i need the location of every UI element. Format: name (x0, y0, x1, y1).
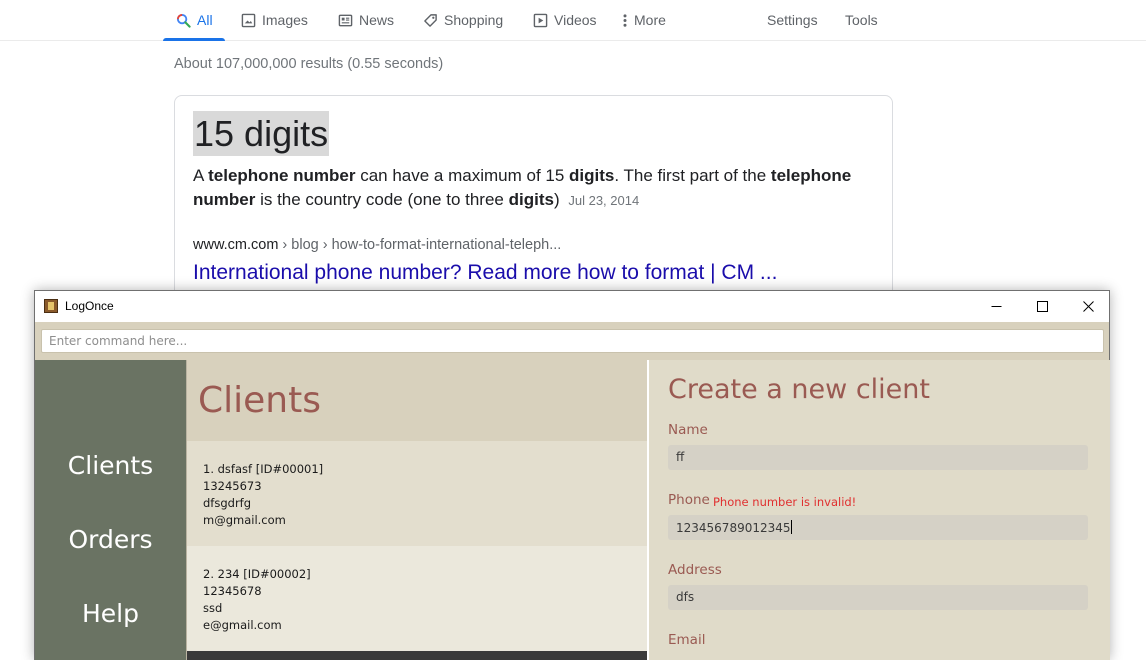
name-label: Name (668, 422, 708, 438)
result-cite: www.cm.com › blog › how-to-format-intern… (193, 237, 561, 253)
cite-path: › blog › how-to-format-international-tel… (278, 237, 562, 253)
name-field[interactable]: ff (668, 445, 1088, 470)
nav-help[interactable]: Help (35, 599, 186, 628)
client-phone: 13245673 (203, 479, 262, 493)
email-label: Email (668, 632, 706, 648)
list-scroll-edge (187, 651, 647, 660)
snippet-date: Jul 23, 2014 (568, 193, 640, 208)
snippet-text-part: ) (553, 190, 560, 209)
minimize-button[interactable] (973, 291, 1019, 322)
tab-more[interactable]: More (620, 0, 666, 40)
snippet-answer: 15 digits (193, 111, 330, 156)
client-address: ssd (203, 601, 223, 615)
tab-videos[interactable]: Videos (532, 0, 597, 40)
clients-title: Clients (198, 380, 321, 421)
tab-shopping[interactable]: Shopping (422, 0, 503, 40)
client-email: m@gmail.com (203, 513, 286, 527)
snippet-text-part: A (193, 166, 209, 185)
cite-domain: www.cm.com (193, 237, 279, 253)
address-label: Address (668, 562, 722, 578)
text-caret (790, 520, 792, 534)
result-link[interactable]: International phone number? Read more ho… (193, 261, 777, 285)
maximize-button[interactable] (1019, 291, 1065, 322)
settings-link[interactable]: Settings (767, 0, 818, 40)
snippet-text-bold: telephone number (208, 166, 356, 185)
tab-news-label: News (359, 12, 395, 28)
client-address: dfsgdrfg (203, 496, 252, 510)
tab-more-label: More (634, 12, 666, 28)
snippet-text-part: can have a maximum of 15 (355, 166, 570, 185)
snippet-text-part: . The first part of the (614, 166, 771, 185)
result-stats: About 107,000,000 results (0.55 seconds) (174, 56, 444, 72)
minimize-icon (991, 306, 1001, 307)
client-card[interactable]: 1. dsfasf [ID#00001] 13245673 dfsgdrfg m… (187, 441, 647, 546)
snippet-text-bold: digits (508, 190, 554, 209)
client-email: e@gmail.com (203, 618, 282, 632)
client-phone: 12345678 (203, 584, 262, 598)
tools-link[interactable]: Tools (845, 0, 878, 40)
image-icon (240, 12, 256, 28)
phone-label: Phone (668, 492, 710, 508)
form-title: Create a new client (668, 374, 930, 405)
command-input[interactable]: Enter command here... (41, 329, 1104, 353)
nav-clients[interactable]: Clients (35, 451, 186, 480)
client-header: 1. dsfasf [ID#00001] (203, 462, 324, 476)
video-icon (532, 12, 548, 28)
logonce-window: LogOnce Enter command here... Clients Or… (34, 290, 1110, 660)
sidebar: Clients Orders Help (35, 360, 186, 660)
snippet-text-part: is the country code (one to three (255, 190, 509, 209)
close-icon (1082, 301, 1094, 312)
tab-images-label: Images (262, 12, 308, 28)
command-bar: Enter command here... (35, 322, 1109, 360)
client-header: 2. 234 [ID#00002] (203, 567, 311, 581)
snippet-text-bold: digits (569, 166, 615, 185)
phone-error: Phone number is invalid! (713, 495, 857, 509)
search-icon (175, 12, 191, 28)
close-button[interactable] (1065, 291, 1111, 322)
window-titlebar[interactable]: LogOnce (35, 291, 1109, 322)
tab-news[interactable]: News (337, 0, 394, 40)
tab-videos-label: Videos (554, 12, 597, 28)
tag-icon (422, 12, 438, 28)
client-card[interactable]: 2. 234 [ID#00002] 12345678 ssd e@gmail.c… (187, 546, 647, 651)
clients-panel: Clients 1. dsfasf [ID#00001] 13245673 df… (186, 360, 647, 660)
phone-value: 123456789012345 (676, 521, 791, 535)
phone-field[interactable]: 123456789012345 (668, 515, 1088, 540)
clients-header: Clients (187, 360, 647, 441)
tab-all-label: All (197, 12, 213, 28)
snippet-text: A telephone number can have a maximum of… (193, 164, 883, 213)
news-icon (337, 12, 353, 28)
window-title: LogOnce (65, 299, 114, 313)
nav-orders[interactable]: Orders (35, 525, 186, 554)
app-icon (44, 299, 58, 313)
tab-all[interactable]: All (163, 0, 224, 41)
tab-shopping-label: Shopping (444, 12, 504, 28)
create-client-form: Create a new client Name ff Phone Phone … (649, 360, 1110, 660)
tab-images[interactable]: Images (240, 0, 308, 40)
search-tabs-bar: All Images News Shopping Videos More Set… (0, 0, 1146, 41)
address-field[interactable]: dfs (668, 585, 1088, 610)
maximize-icon (1036, 301, 1048, 312)
more-vertical-icon (620, 12, 630, 28)
